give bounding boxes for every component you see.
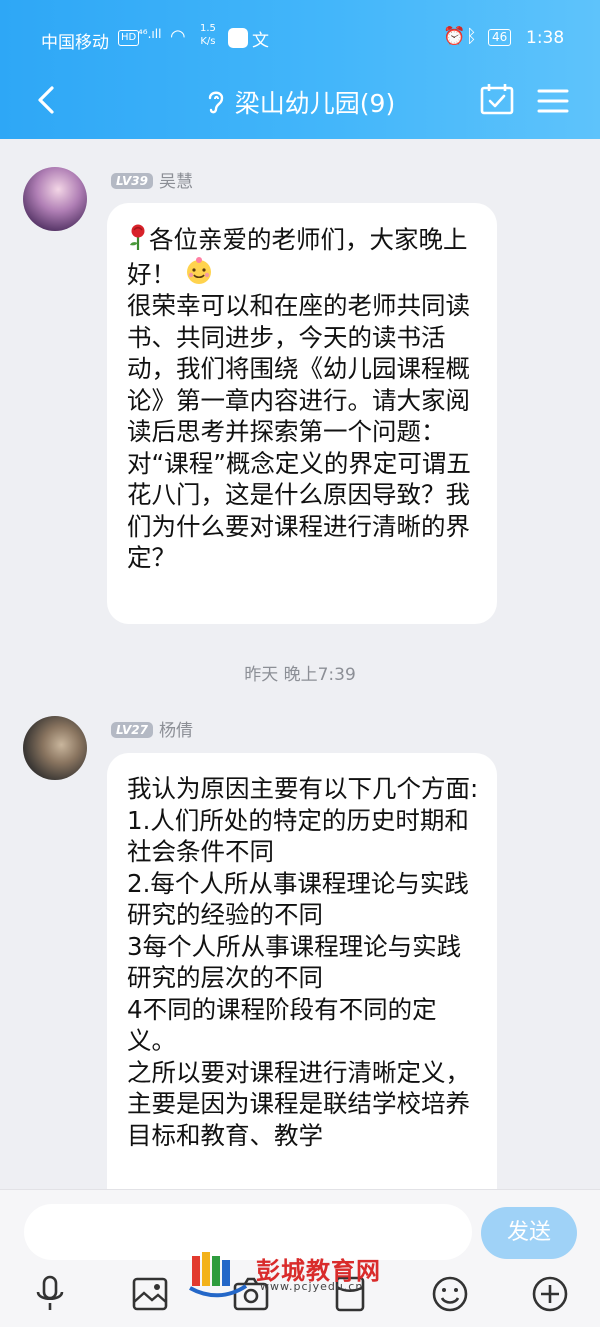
send-button[interactable]: 发送	[481, 1207, 577, 1259]
plus-icon[interactable]	[530, 1274, 570, 1314]
message-text-line1: 各位亲爱的老师们，大家晚上好！	[127, 225, 468, 289]
translate-notification-icon: 文	[252, 31, 269, 51]
signal-icon: ⁴⁶.ıll	[138, 27, 162, 41]
title-bar: 梁山幼儿园(9)	[0, 74, 600, 139]
top-bar: 中国移动 HD ⁴⁶.ıll ◠ 1.5 K/s 文 ⏰ ᛒ 46 1:38 梁山…	[0, 0, 600, 139]
wifi-icon: ◠	[170, 26, 186, 47]
app-notification-icon	[228, 28, 248, 48]
level-badge: LV39	[111, 173, 153, 189]
message-text: 我认为原因主要有以下几个方面: 1.人们所处的特定的历史时期和社会条件不同 2.…	[127, 774, 479, 1150]
avatar[interactable]	[23, 167, 87, 231]
image-icon[interactable]	[130, 1274, 170, 1314]
message-text: 很荣幸可以和在座的老师共同读书、共同进步，今天的读书活动，我们将围绕《幼儿园课程…	[127, 291, 471, 572]
watermark: 彭城教育网 www.pcjyedu.cn	[188, 1248, 418, 1300]
status-bar: 中国移动 HD ⁴⁶.ıll ◠ 1.5 K/s 文 ⏰ ᛒ 46 1:38	[0, 0, 600, 74]
clock: 1:38	[526, 28, 565, 48]
smiley-emoji-icon	[187, 256, 211, 284]
carrier-label: 中国移动	[41, 33, 109, 53]
rose-icon	[130, 224, 145, 250]
menu-button[interactable]	[536, 86, 570, 116]
microphone-icon[interactable]	[30, 1274, 70, 1314]
watermark-url: www.pcjyedu.cn	[260, 1280, 364, 1293]
avatar[interactable]	[23, 716, 87, 780]
emoji-icon[interactable]	[430, 1274, 470, 1314]
battery-indicator: 46	[488, 29, 512, 46]
watermark-logo-icon	[189, 1252, 248, 1298]
alarm-icon: ⏰	[443, 26, 466, 47]
timestamp: 昨天 晚上7:39	[244, 665, 356, 685]
ear-icon[interactable]	[205, 86, 227, 116]
level-badge: LV27	[111, 722, 153, 738]
network-speed: 1.5 K/s	[200, 23, 216, 47]
group-name: 梁山幼儿园(9)	[234, 89, 396, 118]
calendar-button[interactable]	[479, 82, 515, 116]
hd-badge: HD	[118, 30, 140, 46]
bluetooth-icon: ᛒ	[466, 26, 477, 47]
message-bubble[interactable]: 各位亲爱的老师们，大家晚上好！ 很荣幸可以和在座的老师共同读书、共同进步，今天的…	[107, 203, 497, 624]
sender-name: 吴慧	[158, 172, 193, 192]
sender-info: LV27 杨倩	[111, 716, 193, 741]
sender-info: LV39 吴慧	[111, 167, 193, 192]
sender-name: 杨倩	[158, 721, 193, 741]
